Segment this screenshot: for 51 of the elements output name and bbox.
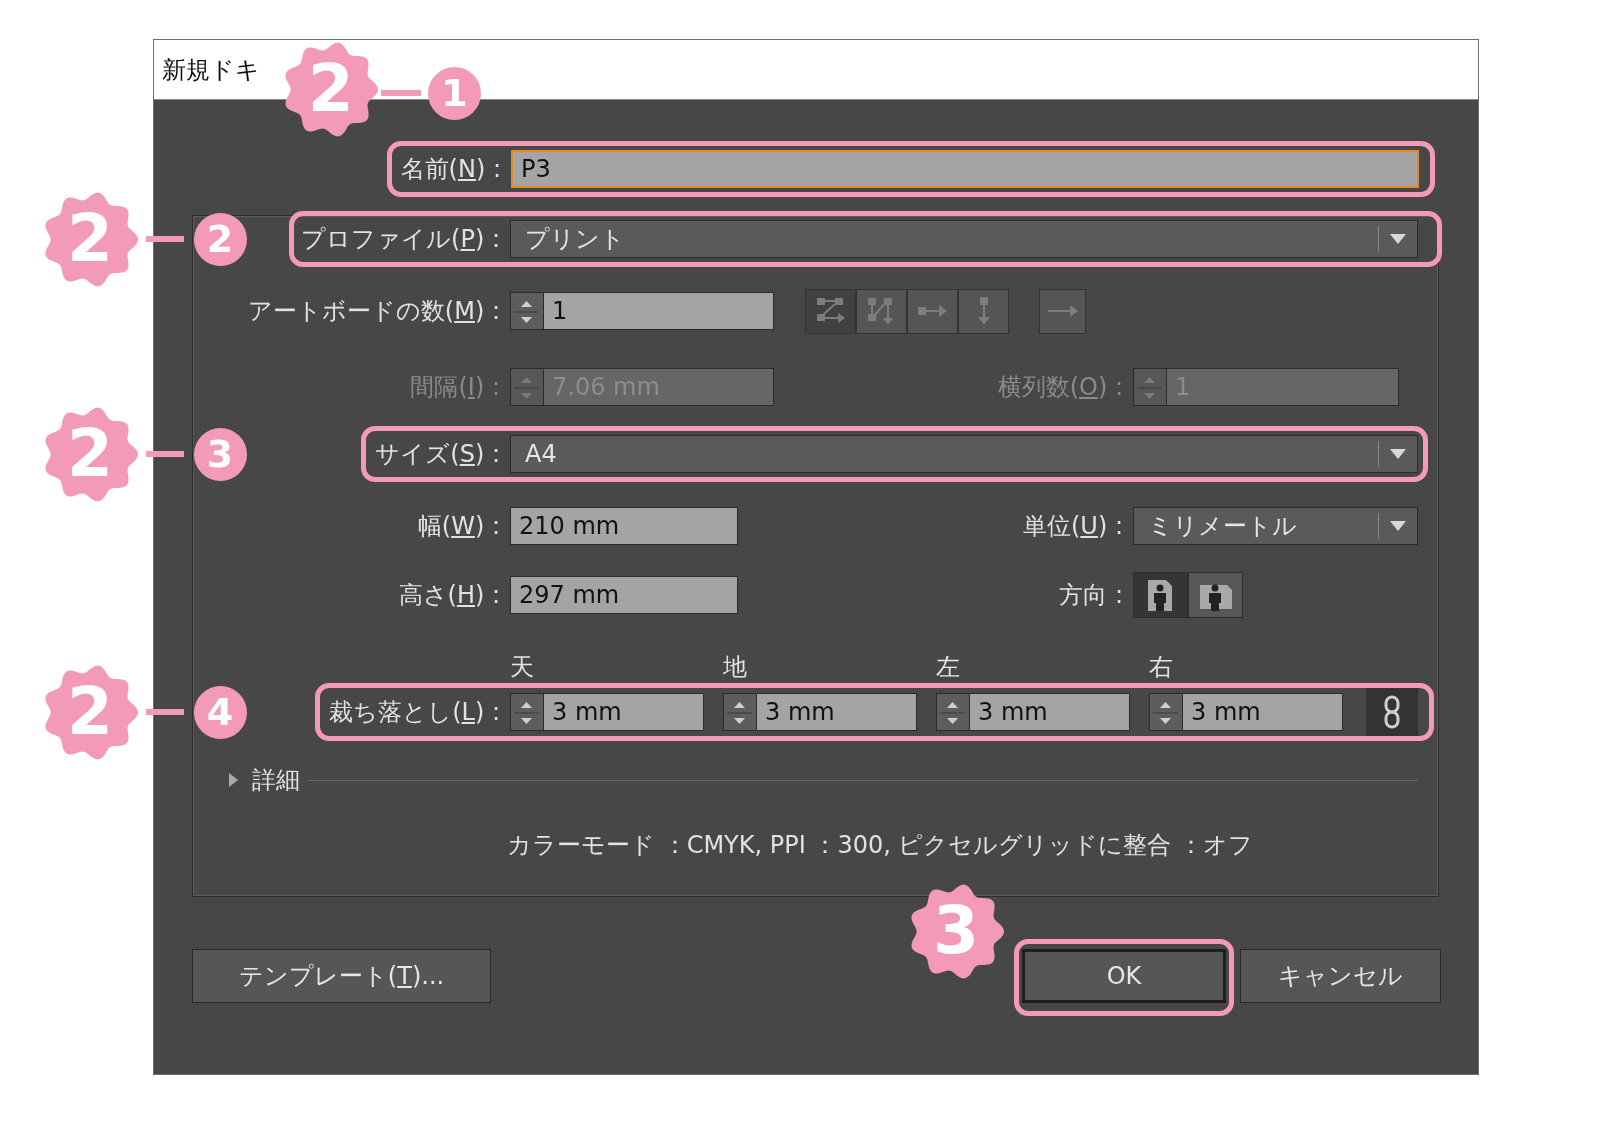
field-label: 方向 : — [1059, 581, 1123, 609]
column-heading: 右 — [1149, 652, 1174, 683]
field-label: サイズ(S) : — [375, 440, 500, 468]
dialog-button[interactable]: OK — [1022, 949, 1226, 1003]
spin-buttons[interactable] — [510, 292, 543, 330]
number-field[interactable]: 1 — [543, 292, 774, 330]
settings-summary: カラーモード ：CMYK, PPI ：300, ピクセルグリッドに整合 ：オフ — [507, 830, 1254, 861]
field-label: 横列数(O) : — [997, 373, 1123, 401]
spin-buttons[interactable] — [723, 693, 756, 731]
arrange-button[interactable] — [856, 288, 907, 334]
field-label: 高さ(H) : — [398, 581, 500, 609]
column-heading: 左 — [936, 652, 961, 683]
number-field[interactable]: 3 mm — [756, 693, 917, 731]
profile-dropdown[interactable]: プリント — [510, 220, 1418, 258]
field-label: 名前(N) : — [400, 155, 501, 183]
field-label: 単位(U) : — [1022, 512, 1123, 540]
arrange-button[interactable] — [805, 288, 856, 334]
text-field[interactable]: 210 mm — [510, 507, 738, 545]
orientation-button[interactable] — [1133, 572, 1188, 618]
caret-icon — [1387, 447, 1409, 461]
column-arrow-icon — [976, 296, 991, 326]
field-label: プロファイル(P) : — [301, 225, 500, 253]
column-heading: 地 — [723, 652, 748, 683]
number-field[interactable]: 3 mm — [969, 693, 1130, 731]
direction-button[interactable] — [1039, 288, 1086, 334]
caret-icon — [1387, 519, 1409, 533]
number-field[interactable]: 3 mm — [543, 693, 704, 731]
window-title: 新規ドキ — [162, 54, 260, 86]
caret-icon — [1387, 232, 1409, 246]
details-toggle[interactable]: 詳細 — [252, 762, 300, 798]
dialog-button[interactable]: テンプレート(T)... — [192, 949, 491, 1003]
size-dropdown[interactable]: A4 — [510, 435, 1418, 473]
arrange-button[interactable] — [958, 288, 1009, 334]
dialog-button[interactable]: キャンセル — [1240, 949, 1441, 1003]
number-field[interactable]: 3 mm — [1182, 693, 1343, 731]
column-heading: 天 — [510, 652, 535, 683]
units-dropdown[interactable]: ミリメートル — [1133, 507, 1418, 545]
text-field[interactable]: 297 mm — [510, 576, 738, 614]
spin-buttons[interactable] — [1149, 693, 1182, 731]
arrange-button[interactable] — [907, 288, 958, 334]
row-arrow-icon — [917, 304, 948, 318]
field-label: 幅(W) : — [417, 512, 500, 540]
spin-buttons[interactable] — [510, 693, 543, 731]
spin-buttons[interactable] — [936, 693, 969, 731]
field-label: 間隔(I) : — [410, 373, 500, 401]
field-label: アートボードの数(M) : — [247, 297, 500, 325]
name-field[interactable]: P3 — [511, 150, 1419, 188]
grid-arrow-icon — [815, 296, 846, 326]
chain-icon — [1382, 695, 1402, 729]
orientation-button[interactable] — [1188, 572, 1243, 618]
field-label: 裁ち落とし(L) : — [329, 698, 500, 726]
